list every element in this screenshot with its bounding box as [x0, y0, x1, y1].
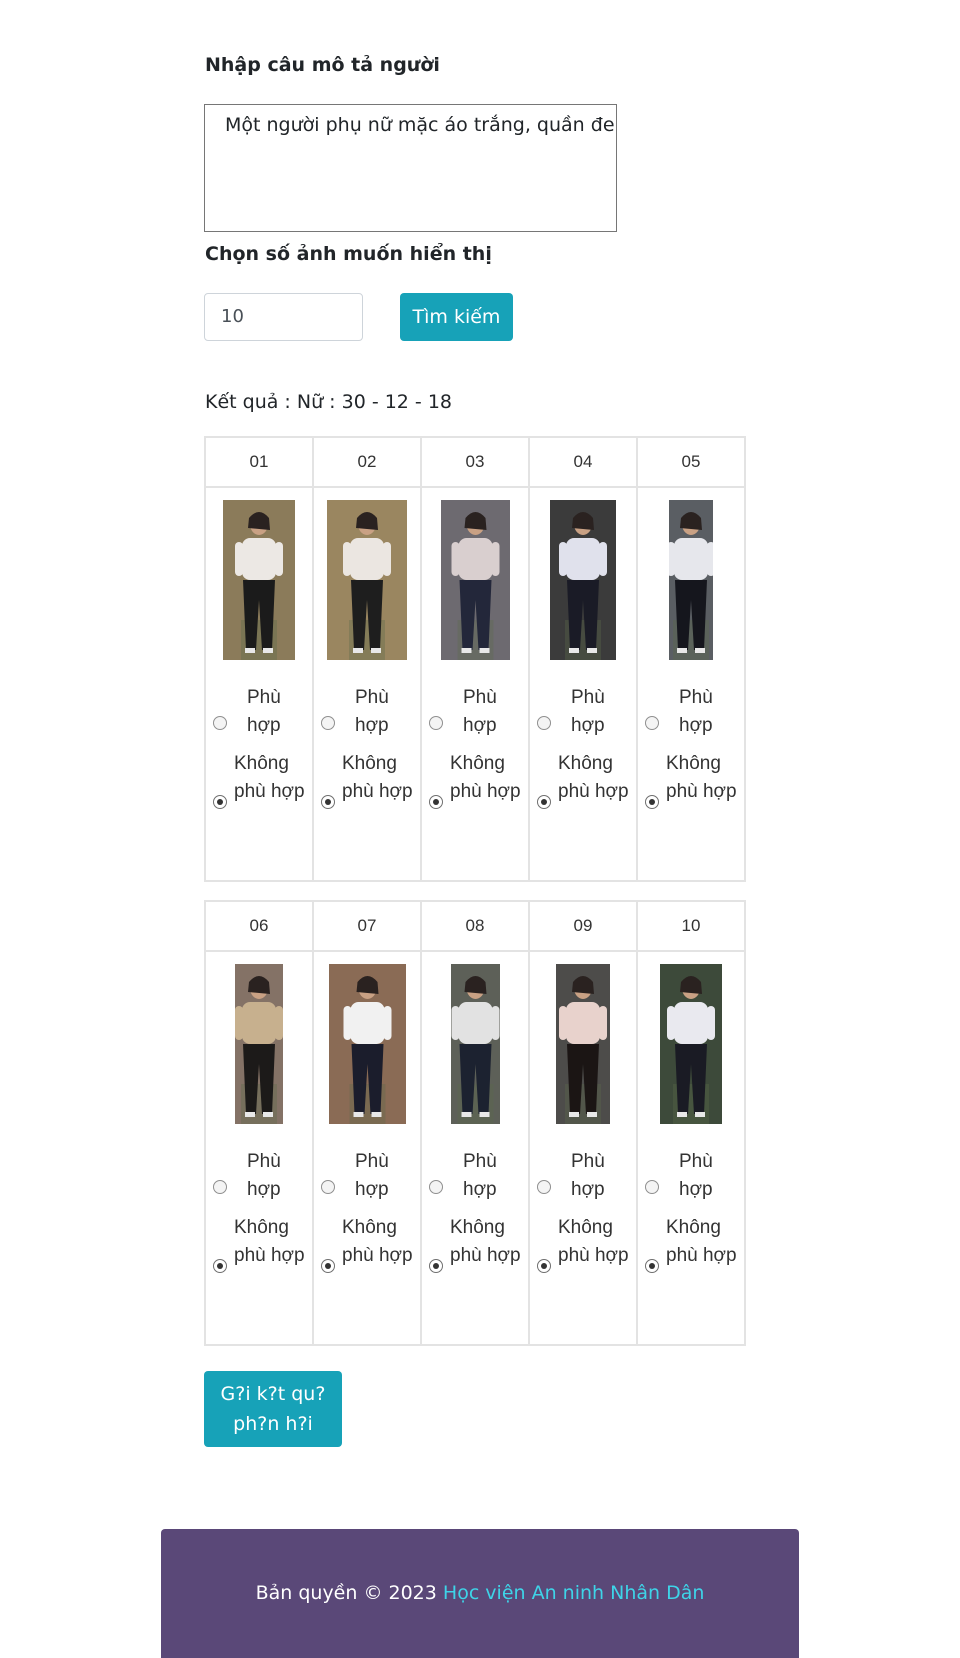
description-label: Nhập câu mô tả người: [205, 54, 440, 76]
no-match-radio[interactable]: [321, 1259, 335, 1273]
result-index: 07: [312, 900, 422, 952]
match-label: Phù hợp: [571, 687, 605, 736]
person-photo-icon: [235, 964, 283, 1124]
no-match-label: Không phù hợp: [450, 1217, 521, 1266]
match-label: Phù hợp: [679, 1151, 713, 1200]
match-label: Phù hợp: [571, 1151, 605, 1200]
footer-organization-link[interactable]: Học viện An ninh Nhân Dân: [443, 1582, 705, 1604]
result-cell: Phù hợp Không phù hợp: [204, 950, 314, 1346]
match-label: Phù hợp: [463, 1151, 497, 1200]
result-index: 01: [204, 436, 314, 488]
person-photo-icon: [329, 964, 406, 1124]
description-textarea[interactable]: Một người phụ nữ mặc áo trắng, quần đen: [204, 104, 617, 232]
result-index: 03: [420, 436, 530, 488]
result-cell: Phù hợp Không phù hợp: [420, 486, 530, 882]
match-radio[interactable]: [321, 1180, 335, 1194]
no-match-label: Không phù hợp: [234, 1217, 305, 1266]
person-photo-icon: [441, 500, 510, 660]
match-label: Phù hợp: [247, 1151, 281, 1200]
no-match-radio[interactable]: [321, 795, 335, 809]
match-radio[interactable]: [645, 716, 659, 730]
person-photo-icon: [556, 964, 610, 1124]
match-label: Phù hợp: [355, 1151, 389, 1200]
no-match-radio[interactable]: [429, 1259, 443, 1273]
result-summary: Kết quả : Nữ : 30 - 12 - 18: [205, 391, 452, 413]
no-match-label: Không phù hợp: [234, 753, 305, 802]
result-cell: Phù hợp Không phù hợp: [312, 950, 422, 1346]
match-radio[interactable]: [429, 1180, 443, 1194]
result-cell: Phù hợp Không phù hợp: [204, 486, 314, 882]
result-index: 08: [420, 900, 530, 952]
no-match-radio[interactable]: [645, 795, 659, 809]
results-grid-row-2: 06 07 08 09 10 Phù hợp Không phù hợp Phù hợp Kh…: [204, 900, 746, 1346]
submit-feedback-button[interactable]: G?i k?t qu? ph?n h?i: [204, 1371, 342, 1447]
result-index: 02: [312, 436, 422, 488]
no-match-label: Không phù hợp: [558, 1217, 629, 1266]
no-match-label: Không phù hợp: [450, 753, 521, 802]
person-photo-icon: [550, 500, 616, 660]
result-cell: Phù hợp Không phù hợp: [636, 950, 746, 1346]
results-grid-row-1: 01 02 03 04 05 Phù hợp Không phù hợp Phù hợp Kh…: [204, 436, 746, 882]
result-index: 10: [636, 900, 746, 952]
no-match-label: Không phù hợp: [558, 753, 629, 802]
footer-copyright: Bản quyền © 2023: [255, 1582, 437, 1604]
result-cell: Phù hợp Không phù hợp: [312, 486, 422, 882]
image-count-input[interactable]: 10: [204, 293, 363, 341]
match-radio[interactable]: [321, 716, 335, 730]
no-match-radio[interactable]: [537, 1259, 551, 1273]
no-match-radio[interactable]: [213, 795, 227, 809]
match-label: Phù hợp: [247, 687, 281, 736]
person-photo-icon: [223, 500, 295, 660]
match-label: Phù hợp: [679, 687, 713, 736]
result-index: 04: [528, 436, 638, 488]
no-match-label: Không phù hợp: [342, 1217, 413, 1266]
no-match-label: Không phù hợp: [666, 753, 737, 802]
person-photo-icon: [327, 500, 407, 660]
no-match-radio[interactable]: [537, 795, 551, 809]
match-radio[interactable]: [537, 716, 551, 730]
result-cell: Phù hợp Không phù hợp: [528, 950, 638, 1346]
match-label: Phù hợp: [355, 687, 389, 736]
match-radio[interactable]: [213, 716, 227, 730]
no-match-radio[interactable]: [213, 1259, 227, 1273]
person-photo-icon: [660, 964, 722, 1124]
search-button[interactable]: Tìm kiếm: [400, 293, 513, 341]
image-count-label: Chọn số ảnh muốn hiển thị: [205, 243, 492, 265]
no-match-label: Không phù hợp: [342, 753, 413, 802]
match-radio[interactable]: [429, 716, 443, 730]
result-cell: Phù hợp Không phù hợp: [636, 486, 746, 882]
no-match-radio[interactable]: [429, 795, 443, 809]
result-cell: Phù hợp Không phù hợp: [420, 950, 530, 1346]
no-match-label: Không phù hợp: [666, 1217, 737, 1266]
result-index: 09: [528, 900, 638, 952]
match-radio[interactable]: [213, 1180, 227, 1194]
person-photo-icon: [669, 500, 713, 660]
result-cell: Phù hợp Không phù hợp: [528, 486, 638, 882]
result-index: 06: [204, 900, 314, 952]
no-match-radio[interactable]: [645, 1259, 659, 1273]
match-radio[interactable]: [537, 1180, 551, 1194]
match-radio[interactable]: [645, 1180, 659, 1194]
result-index: 05: [636, 436, 746, 488]
footer: Bản quyền © 2023 Học viện An ninh Nhân D…: [161, 1529, 799, 1658]
match-label: Phù hợp: [463, 687, 497, 736]
person-photo-icon: [451, 964, 500, 1124]
